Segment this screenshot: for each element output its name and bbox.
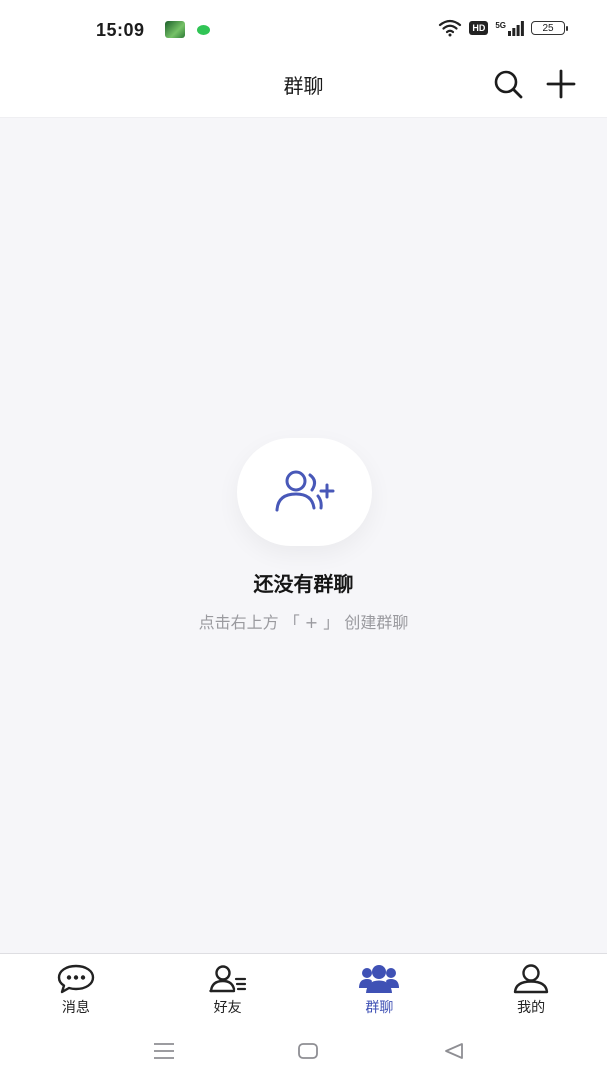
nav-back-button[interactable] — [440, 1039, 468, 1063]
tab-friends[interactable]: 好友 — [152, 954, 304, 1024]
app-notification-icon — [165, 21, 185, 38]
empty-state-hint: 点击右上方 「 + 」 创建群聊 — [198, 613, 409, 632]
menu-icon — [154, 1043, 174, 1059]
empty-state-icon-circle — [237, 438, 372, 546]
search-button[interactable] — [490, 66, 526, 102]
status-bar: 15:09 HD 5G 25 — [0, 0, 607, 60]
back-icon — [445, 1043, 463, 1059]
nav-home-button[interactable] — [294, 1039, 322, 1063]
tab-label: 我的 — [517, 1000, 546, 1016]
wechat-notification-icon — [197, 25, 210, 35]
tab-groups[interactable]: 群聊 — [304, 954, 456, 1024]
group-icon — [359, 965, 400, 993]
wifi-icon — [439, 19, 462, 37]
header: 群聊 — [0, 60, 607, 118]
empty-state-title: 还没有群聊 — [253, 572, 354, 596]
add-group-icon — [275, 470, 334, 512]
chat-bubble-icon — [57, 964, 95, 994]
search-icon — [494, 70, 523, 99]
plus-icon — [546, 69, 576, 99]
network-type-label: 5G — [495, 20, 506, 30]
system-nav-bar — [0, 1023, 607, 1080]
bottom-tab-bar: 消息 好友 群聊 我的 — [0, 953, 607, 1024]
nav-menu-button[interactable] — [150, 1039, 178, 1063]
status-time: 15:09 — [96, 20, 145, 40]
hd-badge: HD — [469, 21, 489, 35]
signal-icon: 5G — [495, 20, 524, 36]
tab-messages[interactable]: 消息 — [0, 954, 152, 1024]
tab-label: 好友 — [213, 1000, 242, 1016]
friends-list-icon — [208, 965, 246, 993]
profile-icon — [513, 964, 549, 994]
create-group-button[interactable] — [543, 66, 579, 102]
status-indicators: HD 5G 25 — [438, 19, 568, 37]
battery-icon: 25 — [531, 21, 568, 35]
tab-me[interactable]: 我的 — [455, 954, 607, 1024]
tab-label: 群聊 — [365, 1000, 394, 1016]
tab-label: 消息 — [61, 1000, 90, 1016]
home-icon — [298, 1043, 318, 1059]
battery-level: 25 — [542, 22, 554, 34]
